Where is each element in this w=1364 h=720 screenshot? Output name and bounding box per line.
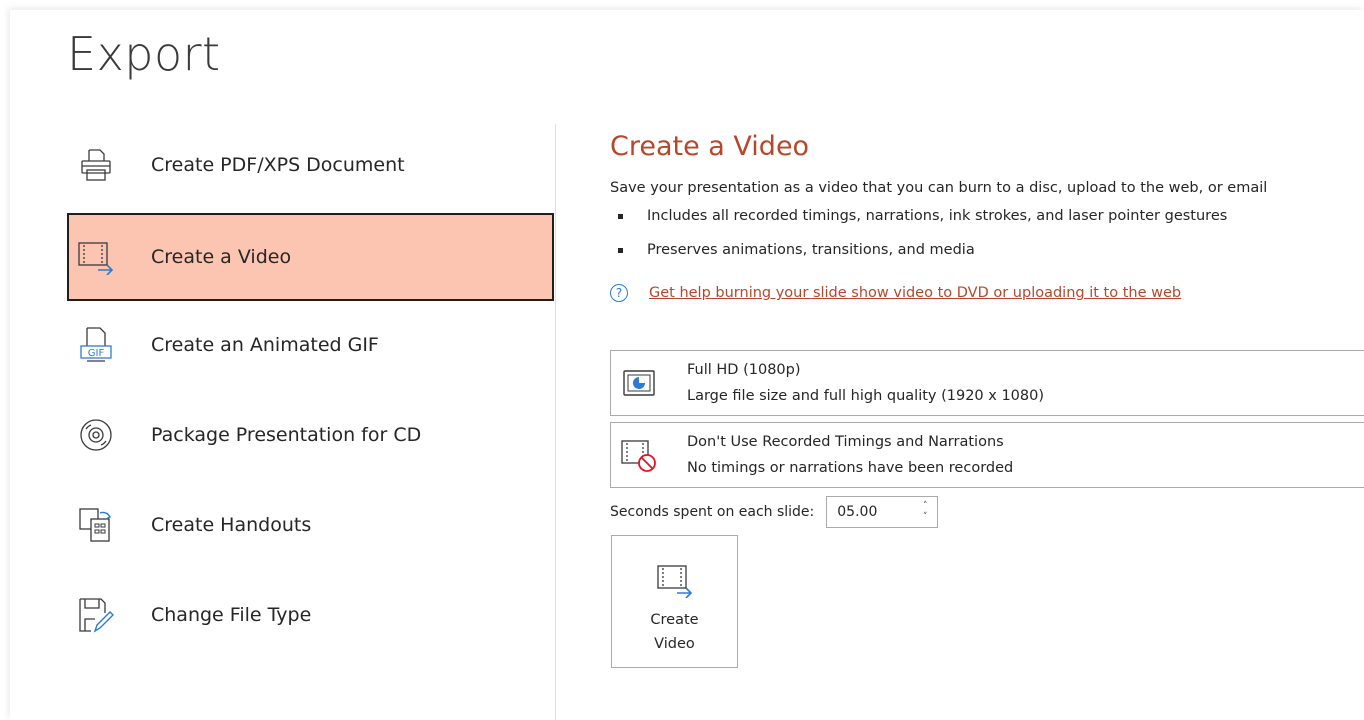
nav-item-label: Create an Animated GIF (151, 334, 379, 356)
no-timings-icon (617, 433, 661, 477)
timings-title: Don't Use Recorded Timings and Narration… (687, 434, 1004, 450)
seconds-label: Seconds spent on each slide: (610, 504, 815, 520)
svg-text:GIF: GIF (88, 348, 105, 359)
spin-down-icon[interactable]: ˅ (923, 512, 928, 523)
create-video-button[interactable]: Create Video (611, 535, 738, 668)
section-title: Create a Video (610, 131, 810, 162)
panel-divider (555, 124, 556, 720)
change-file-type-icon (74, 593, 118, 637)
help-question-icon[interactable]: ? (610, 284, 628, 302)
nav-item-label: Create PDF/XPS Document (151, 154, 405, 176)
nav-item-label: Create a Video (151, 246, 292, 268)
bullet-item: Includes all recorded timings, narration… (618, 208, 1227, 224)
spinner-arrows: ˄ ˅ (915, 501, 935, 523)
gif-icon: GIF (74, 323, 118, 367)
quality-dropdown-text: Full HD (1080p) Large file size and full… (687, 362, 1044, 404)
seconds-row: Seconds spent on each slide: 05.00 ˄ ˅ (610, 496, 939, 528)
quality-title: Full HD (1080p) (687, 362, 801, 378)
bullet-text: Includes all recorded timings, narration… (647, 208, 1228, 224)
nav-item-create-gif[interactable]: GIF Create an Animated GIF (67, 301, 554, 389)
nav-item-change-file-type[interactable]: Change File Type (67, 571, 554, 659)
nav-item-label: Change File Type (151, 604, 312, 626)
cd-icon (74, 413, 118, 457)
bullet-text: Preserves animations, transitions, and m… (647, 242, 975, 258)
video-quality-dropdown[interactable]: Full HD (1080p) Large file size and full… (610, 350, 1364, 416)
timings-dropdown[interactable]: Don't Use Recorded Timings and Narration… (610, 422, 1364, 488)
nav-item-label: Create Handouts (151, 514, 312, 536)
quality-subtitle: Large file size and full high quality (1… (687, 388, 1045, 404)
help-row: ? Get help burning your slide show video… (610, 284, 1181, 302)
nav-item-create-video[interactable]: Create a Video (67, 213, 554, 301)
nav-item-label: Package Presentation for CD (151, 424, 422, 446)
bullet-item: Preserves animations, transitions, and m… (618, 242, 975, 258)
handouts-icon (74, 503, 118, 547)
timings-subtitle: No timings or narrations have been recor… (687, 460, 1014, 476)
quality-icon (617, 361, 661, 405)
nav-item-package-cd[interactable]: Package Presentation for CD (67, 391, 554, 479)
bullet-marker (618, 247, 623, 253)
timings-dropdown-text: Don't Use Recorded Timings and Narration… (687, 434, 1013, 476)
video-export-icon (74, 235, 118, 279)
spin-up-icon[interactable]: ˄ (923, 501, 928, 512)
seconds-spinner[interactable]: 05.00 ˄ ˅ (826, 496, 939, 528)
seconds-value[interactable]: 05.00 (837, 504, 877, 520)
page-title: Export (67, 27, 221, 81)
pdf-document-icon (74, 143, 118, 187)
nav-item-create-pdf[interactable]: Create PDF/XPS Document (67, 121, 554, 209)
bullet-marker (618, 213, 623, 219)
section-description: Save your presentation as a video that y… (610, 180, 1268, 196)
create-video-icon (653, 558, 697, 602)
help-link[interactable]: Get help burning your slide show video t… (649, 285, 1181, 301)
create-video-label: Create Video (650, 612, 699, 652)
nav-item-create-handouts[interactable]: Create Handouts (67, 481, 554, 569)
